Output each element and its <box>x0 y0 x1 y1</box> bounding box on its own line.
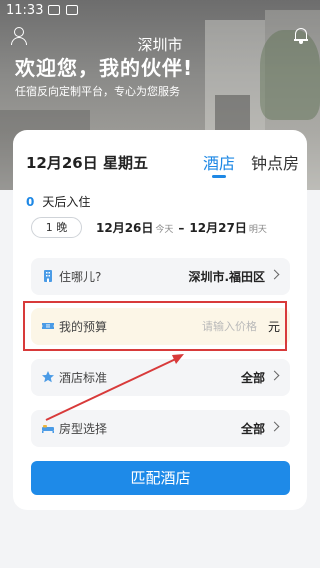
image-icon <box>66 5 78 15</box>
hotel-standard-value: 全部 <box>240 371 265 385</box>
chevron-right-icon <box>269 370 280 381</box>
tab-indicator <box>212 175 226 178</box>
building-icon <box>44 270 52 282</box>
checkin-date-title[interactable]: 12月26日 星期五 <box>26 152 148 173</box>
checkout-date: 12月27日 <box>189 221 247 235</box>
chevron-right-icon <box>269 269 280 280</box>
star-icon <box>42 371 54 383</box>
room-type-label: 房型选择 <box>59 422 108 436</box>
location-label: 住哪儿? <box>59 270 102 284</box>
date-dash: – <box>178 221 185 235</box>
days-until-checkin: 0 天后入住 <box>26 193 90 210</box>
checkin-date: 12月26日 <box>96 221 154 235</box>
tab-hotel[interactable]: 酒店 <box>203 150 235 174</box>
status-bar: 11:33 <box>0 0 320 22</box>
room-type-row[interactable]: 房型选择 全部 <box>31 410 290 447</box>
nights-badge[interactable]: 1 晚 <box>31 217 82 238</box>
bed-icon <box>42 425 54 433</box>
date-range[interactable]: 12月26日 今天 –12月27日 明天 <box>96 219 267 236</box>
tab-hourly-room[interactable]: 钟点房 <box>251 150 299 174</box>
welcome-slogan: 欢迎您，我的伙伴! <box>15 56 194 80</box>
checkin-tag: 今天 <box>155 225 174 235</box>
location-value: 深圳市.福田区 <box>188 270 265 284</box>
notification-icon <box>48 5 60 15</box>
chevron-right-icon <box>269 421 280 432</box>
days-label: 天后入住 <box>42 195 91 209</box>
annotation-highlight-box <box>23 301 287 351</box>
match-hotel-button[interactable]: 匹配酒店 <box>31 461 290 495</box>
app-screen: 11:33 深圳市 欢迎您，我的伙伴! 任宿反向定制平台，专心为您服务 12月2… <box>0 0 320 568</box>
days-count: 0 <box>26 195 35 209</box>
welcome-subtitle: 任宿反向定制平台，专心为您服务 <box>15 85 180 98</box>
checkout-tag: 明天 <box>248 225 267 235</box>
room-type-value: 全部 <box>240 422 265 436</box>
hotel-standard-label: 酒店标准 <box>59 371 108 385</box>
location-row[interactable]: 住哪儿? 深圳市.福田区 <box>31 258 290 295</box>
hotel-standard-row[interactable]: 酒店标准 全部 <box>31 359 290 396</box>
status-time: 11:33 <box>6 3 44 18</box>
